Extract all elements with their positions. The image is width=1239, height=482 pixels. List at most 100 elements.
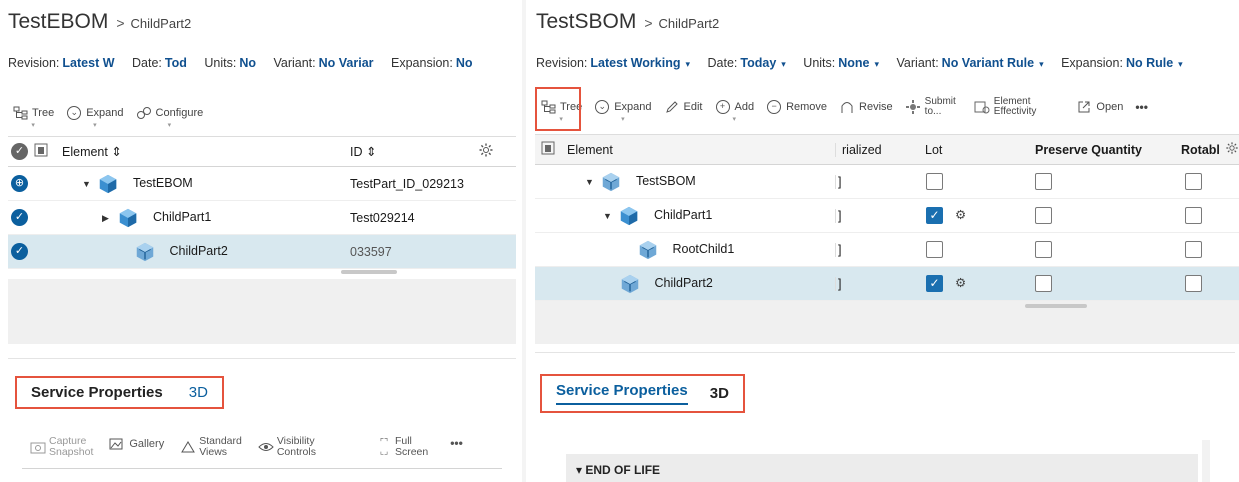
date-value[interactable]: Tod	[165, 56, 187, 70]
expansion-value[interactable]: No	[456, 56, 473, 70]
column-header-id[interactable]: ID ⇕	[342, 144, 472, 159]
select-all-checkbox[interactable]: ✓	[8, 143, 30, 160]
variant-value[interactable]: No Variar	[319, 56, 374, 70]
tab-3d[interactable]: 3D	[189, 384, 208, 401]
element-effectivity-button[interactable]: Element Effectivity	[974, 97, 1036, 117]
sbom-toolbar: Tree ▾ ⌄ Expand ▾ Edit + Add ▾ − Remove Rev…	[540, 97, 1148, 124]
more-options-button[interactable]: •••	[1135, 98, 1148, 116]
table-row[interactable]: ✓ ▶ ChildPart1 Test029214	[8, 201, 516, 235]
rotable-checkbox[interactable]	[1175, 241, 1235, 258]
tab-service-properties[interactable]: Service Properties	[31, 384, 163, 401]
sbom-panel: TestSBOM > ChildPart2 Revision: Latest Work…	[526, 0, 1239, 482]
column-header-serialized[interactable]: rialized	[835, 142, 917, 157]
expand-button[interactable]: ⌄ Expand ▾	[594, 98, 652, 124]
column-header-preserve-quantity[interactable]: Preserve Quantity	[1027, 143, 1175, 157]
id-cell: 033597	[350, 244, 392, 259]
column-chooser-icon[interactable]	[30, 143, 52, 160]
lot-checkbox[interactable]	[917, 241, 1027, 258]
more-options-button[interactable]: •••	[450, 436, 463, 450]
table-row-selected[interactable]: ChildPart2 ] ✓ ⚙	[535, 267, 1239, 301]
expansion-value[interactable]: No Rule	[1126, 56, 1173, 70]
revise-button[interactable]: Revise	[839, 98, 893, 116]
revision-value[interactable]: Latest Working	[590, 56, 680, 70]
revision-label: Revision:	[8, 56, 60, 70]
remove-button[interactable]: − Remove	[766, 98, 827, 116]
camera-icon	[30, 439, 46, 455]
breadcrumb-child[interactable]: ChildPart2	[131, 16, 192, 31]
open-button[interactable]: Open	[1076, 98, 1123, 116]
chevron-down-icon: ▾	[1039, 59, 1044, 69]
chevron-down-icon: ▾	[31, 122, 35, 129]
tree-button[interactable]: Tree ▾	[12, 104, 54, 130]
add-button[interactable]: + Add ▾	[715, 98, 754, 124]
variant-value[interactable]: No Variant Rule	[942, 56, 1034, 70]
collapse-icon[interactable]: ▼	[603, 211, 615, 221]
table-row[interactable]: ⊕ ▼ TestEBOM TestPart_ID_029213	[8, 167, 516, 201]
lot-checkbox[interactable]: ✓ ⚙	[917, 275, 1027, 293]
visibility-controls-button[interactable]: Visibility Controls	[258, 436, 316, 458]
revision-value[interactable]: Latest W	[62, 56, 114, 70]
column-chooser-icon[interactable]	[535, 141, 563, 158]
preserve-quantity-checkbox[interactable]	[1027, 241, 1175, 258]
row-checked-icon[interactable]: ✓	[8, 209, 30, 226]
configure-button[interactable]: Configure ▾	[136, 104, 203, 130]
expansion-label: Expansion:	[391, 56, 453, 70]
gear-icon[interactable]	[472, 142, 500, 161]
table-row[interactable]: ▼ TestSBOM ]	[535, 165, 1239, 199]
standard-views-button[interactable]: Standard Views	[180, 436, 242, 458]
lot-checkbox[interactable]: ✓ ⚙	[917, 207, 1027, 225]
collapse-icon[interactable]: ▼	[585, 177, 597, 187]
date-value[interactable]: Today	[740, 56, 776, 70]
expand-button[interactable]: ⌄ Expand ▾	[66, 104, 124, 130]
expand-arrow-icon[interactable]: ▶	[102, 213, 114, 224]
collapse-icon[interactable]: ▼	[82, 179, 94, 189]
chevron-down-icon: ▾	[781, 59, 786, 69]
lot-settings-icon[interactable]: ⚙	[955, 208, 966, 222]
preserve-quantity-checkbox[interactable]	[1027, 275, 1175, 292]
rotable-checkbox[interactable]	[1175, 173, 1235, 190]
element-cell: ChildPart2	[535, 273, 835, 295]
capture-snapshot-button[interactable]: Capture Snapshot	[30, 436, 93, 458]
effectivity-icon	[974, 99, 990, 115]
serialized-cell[interactable]: ]	[835, 242, 917, 257]
rotable-checkbox[interactable]	[1175, 207, 1235, 224]
tab-service-properties[interactable]: Service Properties	[556, 382, 688, 405]
table-row[interactable]: ▼ ChildPart1 ] ✓ ⚙	[535, 199, 1239, 233]
gallery-button[interactable]: Gallery	[109, 436, 164, 452]
serialized-cell[interactable]: ]	[835, 174, 917, 189]
expand-icon: ⌄	[66, 105, 82, 121]
gallery-label: Gallery	[129, 438, 165, 450]
row-checked-icon[interactable]: ✓	[8, 243, 30, 260]
rotable-label: Rotabl	[1181, 142, 1220, 157]
column-header-element[interactable]: Element ⇕	[52, 144, 342, 159]
end-of-life-section[interactable]: ▾ END OF LIFE	[566, 454, 1198, 482]
rotable-checkbox[interactable]	[1175, 275, 1235, 292]
lot-checkbox[interactable]	[917, 173, 1027, 190]
edit-button[interactable]: Edit	[664, 98, 703, 116]
chevron-down-icon: ▾	[1178, 59, 1183, 69]
serialized-cell[interactable]: ]	[835, 276, 917, 291]
vertical-scrollbar[interactable]	[1202, 440, 1210, 482]
submit-to-workflow-button[interactable]: Submit to...	[905, 97, 956, 117]
column-header-element[interactable]: Element	[563, 143, 835, 157]
table-row[interactable]: RootChild1 ]	[535, 233, 1239, 267]
breadcrumb-child[interactable]: ChildPart2	[659, 16, 720, 31]
element-name: ChildPart1	[653, 207, 713, 222]
serialized-cell[interactable]: ]	[835, 208, 917, 223]
units-value[interactable]: None	[838, 56, 869, 70]
id-column-label: ID	[350, 145, 363, 159]
chevron-down-icon: ▾	[93, 122, 97, 129]
preserve-quantity-checkbox[interactable]	[1027, 207, 1175, 224]
horizontal-scrollbar[interactable]	[341, 270, 397, 274]
open-label: Open	[1096, 101, 1124, 113]
preserve-quantity-checkbox[interactable]	[1027, 173, 1175, 190]
column-header-rotable[interactable]: Rotabl	[1175, 143, 1225, 157]
gear-icon[interactable]	[1225, 141, 1239, 158]
column-header-lot[interactable]: Lot	[917, 143, 1027, 157]
tab-3d[interactable]: 3D	[710, 385, 729, 402]
units-value[interactable]: No	[239, 56, 256, 70]
lot-settings-icon[interactable]: ⚙	[955, 276, 966, 290]
full-screen-button[interactable]: ⌜⌝ ⌞⌟ Full Screen	[376, 436, 429, 458]
table-row-selected[interactable]: ✓ ChildPart2 033597	[8, 235, 516, 269]
horizontal-scrollbar[interactable]	[1025, 304, 1087, 308]
